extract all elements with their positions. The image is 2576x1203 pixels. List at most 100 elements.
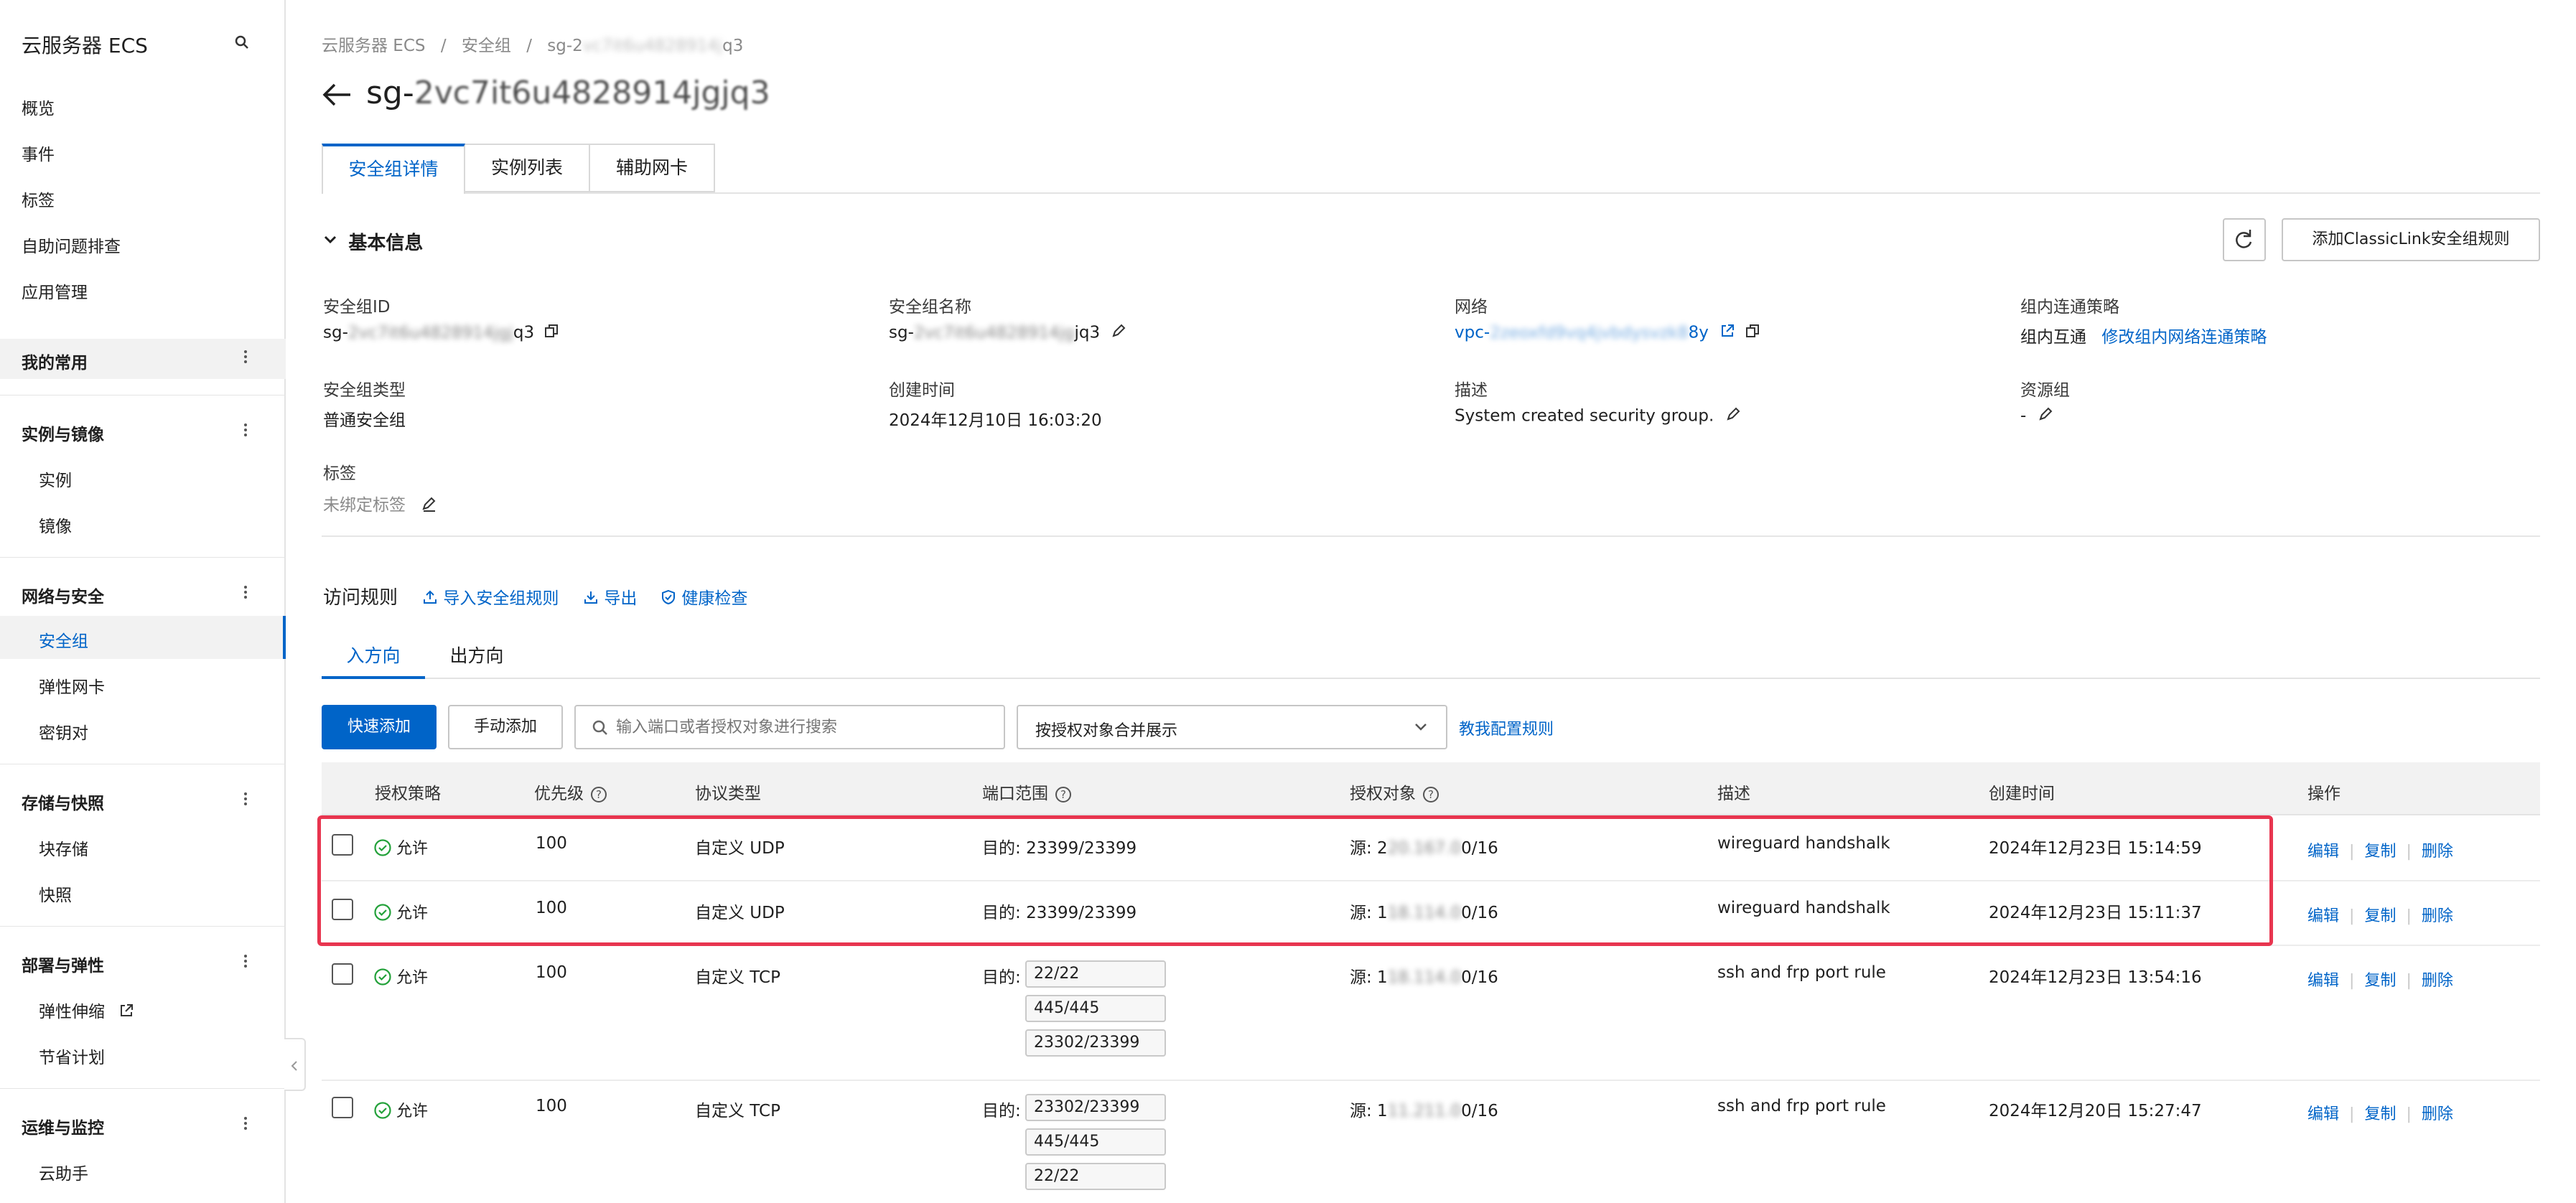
edit-icon[interactable] xyxy=(1725,406,1741,426)
search-icon[interactable] xyxy=(234,34,250,50)
sidebar-item-security-group[interactable]: 安全组 xyxy=(39,627,88,652)
policy-allow-label: 允许 xyxy=(396,1103,429,1120)
policy-allow: 允许 xyxy=(373,965,428,988)
sidebar-section-network[interactable]: 网络与安全 xyxy=(22,583,104,607)
delete-link[interactable]: 删除 xyxy=(2422,1105,2453,1123)
sidebar-section-storage[interactable]: 存储与快照 xyxy=(22,790,104,814)
tab-inbound[interactable]: 入方向 xyxy=(322,642,425,679)
sidebar-item-keypair[interactable]: 密钥对 xyxy=(39,719,88,744)
sidebar-item-tags[interactable]: 标签 xyxy=(22,187,55,211)
search-input[interactable] xyxy=(616,715,989,739)
breadcrumb-ecs[interactable]: 云服务器 ECS xyxy=(322,37,426,55)
help-icon[interactable]: ? xyxy=(1423,787,1439,802)
more-icon[interactable] xyxy=(243,423,248,438)
breadcrumb-security-group[interactable]: 安全组 xyxy=(462,37,511,55)
teach-config-link[interactable]: 教我配置规则 xyxy=(1459,716,1554,739)
edit-link[interactable]: 编辑 xyxy=(2307,843,2339,861)
health-check-label: 健康检查 xyxy=(681,589,748,608)
edit-icon[interactable] xyxy=(2038,406,2053,426)
merge-display-select[interactable]: 按授权对象合并展示 xyxy=(1017,705,1447,749)
tab-sg-details[interactable]: 安全组详情 xyxy=(322,144,465,194)
add-classiclink-button[interactable]: 添加ClassicLink安全组规则 xyxy=(2282,218,2540,261)
basic-info-toggle[interactable]: 基本信息 xyxy=(322,228,423,255)
row-checkbox[interactable] xyxy=(332,834,353,856)
row-port-value: 23399/23399 xyxy=(1026,904,1137,922)
delete-link[interactable]: 删除 xyxy=(2422,843,2453,861)
policy-allow-label: 允许 xyxy=(396,904,429,922)
modify-intra-policy-link[interactable]: 修改组内网络连通策略 xyxy=(2101,328,2267,347)
row-checkbox[interactable] xyxy=(332,899,353,920)
divider xyxy=(0,557,286,558)
import-rules-label: 导入安全组规则 xyxy=(443,589,559,608)
export-link[interactable]: 导出 xyxy=(583,584,637,609)
intra-policy-text: 组内互通 xyxy=(2020,328,2086,347)
action-separator: | xyxy=(2406,1105,2412,1123)
sidebar-item-autoscaling[interactable]: 弹性伸缩 xyxy=(39,998,134,1023)
copy-link[interactable]: 复制 xyxy=(2364,972,2396,990)
health-check-link[interactable]: 健康检查 xyxy=(661,584,747,609)
network-link[interactable]: vpc-2zeoxfd9vq4jvbdysvzk88y xyxy=(1455,324,1709,342)
resource-group-label: 资源组 xyxy=(2020,381,2070,400)
sidebar-item-block-storage[interactable]: 块存储 xyxy=(39,835,88,860)
refresh-button[interactable] xyxy=(2223,218,2266,261)
sidebar-item-savings-plan[interactable]: 节省计划 xyxy=(39,1044,105,1068)
quick-add-button[interactable]: 快速添加 xyxy=(322,705,437,749)
edit-link[interactable]: 编辑 xyxy=(2307,972,2339,990)
import-rules-link[interactable]: 导入安全组规则 xyxy=(422,584,559,609)
sidebar-item-events[interactable]: 事件 xyxy=(22,141,55,165)
col-policy: 授权策略 xyxy=(375,785,441,803)
more-icon[interactable] xyxy=(243,350,248,365)
sidebar-section-ops[interactable]: 运维与监控 xyxy=(22,1114,104,1138)
sidebar-item-image[interactable]: 镜像 xyxy=(39,512,72,537)
copy-link[interactable]: 复制 xyxy=(2364,907,2396,925)
sidebar-item-self-diagnosis[interactable]: 自助问题排查 xyxy=(22,233,121,257)
col-port-range-label: 端口范围 xyxy=(982,785,1048,803)
manual-add-button[interactable]: 手动添加 xyxy=(448,705,563,749)
more-icon[interactable] xyxy=(243,792,248,807)
external-link-icon[interactable] xyxy=(1719,323,1735,343)
sg-type-label: 安全组类型 xyxy=(323,381,406,400)
help-icon[interactable]: ? xyxy=(1055,787,1071,802)
back-arrow-icon[interactable] xyxy=(322,80,353,109)
edit-link[interactable]: 编辑 xyxy=(2307,1105,2339,1123)
edit-icon[interactable] xyxy=(1111,323,1126,343)
sidebar-collapse-handle[interactable] xyxy=(284,1038,306,1091)
help-icon[interactable]: ? xyxy=(591,787,607,802)
sidebar-item-eni[interactable]: 弹性网卡 xyxy=(39,673,105,698)
breadcrumb-current: sg-2vc7it6u4828914jq3 xyxy=(547,37,743,55)
edit-icon[interactable] xyxy=(421,495,438,517)
search-field[interactable] xyxy=(574,705,1005,749)
sidebar-section-instances[interactable]: 实例与镜像 xyxy=(22,421,104,445)
copy-icon[interactable] xyxy=(543,323,559,343)
port-tag: 22/22 xyxy=(1025,960,1166,988)
row-actions: 编辑 | 复制 | 删除 xyxy=(2307,903,2453,926)
sidebar-item-snapshot[interactable]: 快照 xyxy=(39,881,72,906)
copy-link[interactable]: 复制 xyxy=(2364,1105,2396,1123)
tab-instances[interactable]: 实例列表 xyxy=(465,144,590,192)
copy-link[interactable]: 复制 xyxy=(2364,843,2396,861)
row-port-prefix: 目的: xyxy=(982,904,1021,922)
sidebar-item-cloud-assistant[interactable]: 云助手 xyxy=(39,1160,88,1184)
sidebar-section-deploy[interactable]: 部署与弹性 xyxy=(22,952,104,976)
delete-link[interactable]: 删除 xyxy=(2422,907,2453,925)
more-icon[interactable] xyxy=(243,955,248,969)
row-source: 源: 111.211.00/16 xyxy=(1350,1097,1498,1121)
edit-link[interactable]: 编辑 xyxy=(2307,907,2339,925)
more-icon[interactable] xyxy=(243,586,248,600)
sg-id-prefix: sg- xyxy=(323,323,348,342)
tab-outbound[interactable]: 出方向 xyxy=(425,642,528,679)
action-separator: | xyxy=(2349,843,2355,861)
more-icon[interactable] xyxy=(243,1117,248,1131)
row-checkbox[interactable] xyxy=(332,1097,353,1118)
sidebar-item-app-management[interactable]: 应用管理 xyxy=(22,278,88,303)
row-protocol: 自定义 UDP xyxy=(695,839,785,858)
copy-icon[interactable] xyxy=(1745,323,1760,343)
row-description: wireguard handshalk xyxy=(1717,834,1890,853)
col-source: 授权对象? xyxy=(1350,780,1439,804)
delete-link[interactable]: 删除 xyxy=(2422,972,2453,990)
sidebar-item-overview[interactable]: 概览 xyxy=(22,95,55,119)
sidebar-item-instance[interactable]: 实例 xyxy=(39,467,72,491)
check-circle-icon xyxy=(374,1102,391,1119)
tab-secondary-eni[interactable]: 辅助网卡 xyxy=(590,144,715,192)
row-checkbox[interactable] xyxy=(332,963,353,985)
